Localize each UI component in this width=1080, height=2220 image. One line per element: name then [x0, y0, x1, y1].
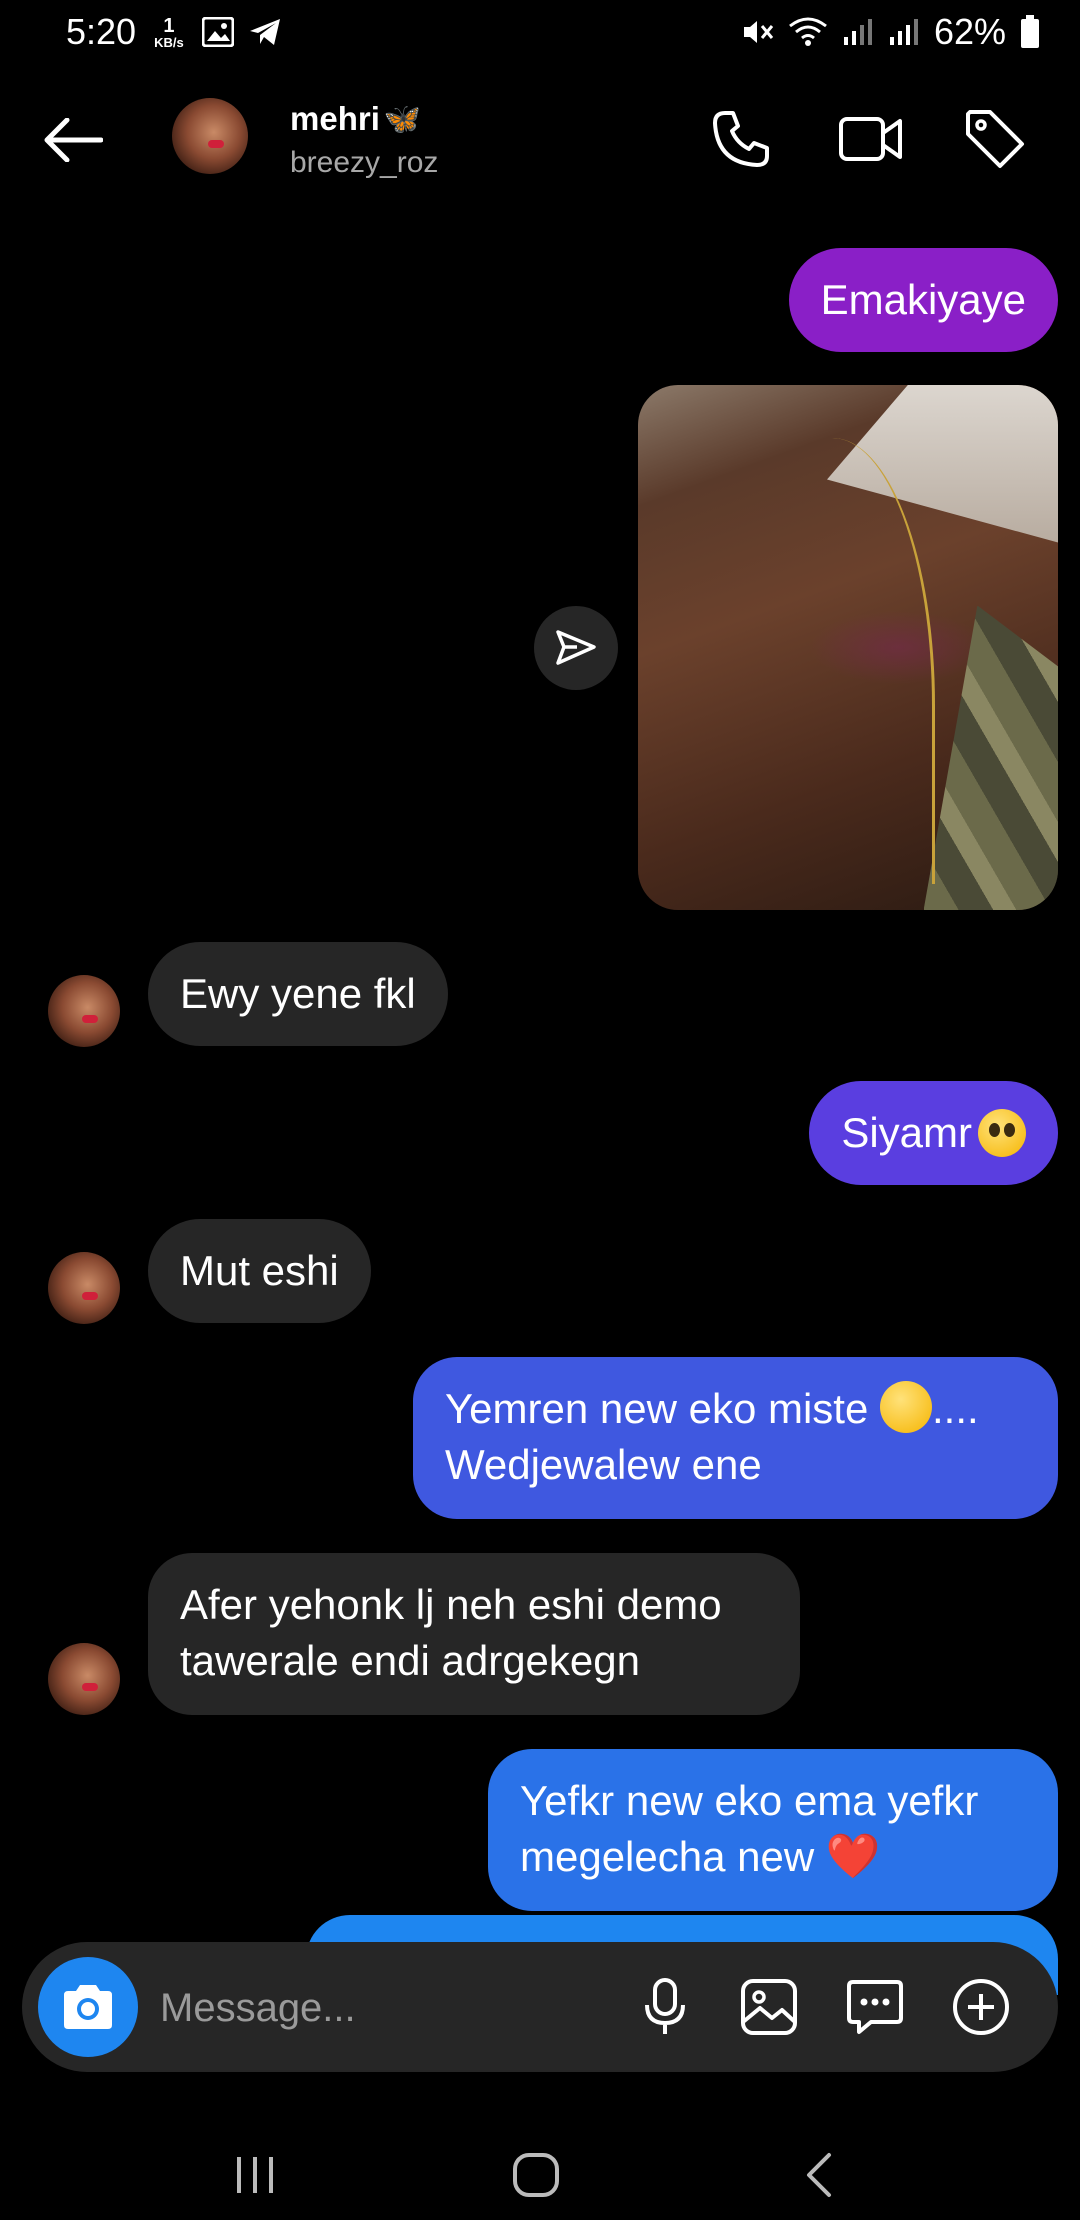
tag-icon [966, 110, 1024, 168]
system-nav-bar [0, 2120, 1080, 2220]
back-arrow-icon [44, 118, 103, 162]
message-outgoing[interactable]: Siyamr [809, 1081, 1058, 1185]
red-heart-emoji: ❤️ [825, 1832, 881, 1881]
status-bar-left: 5:20 1 KB/s [66, 11, 282, 53]
video-call-button[interactable] [836, 104, 906, 174]
microphone-icon [645, 1978, 685, 2034]
sender-avatar[interactable] [48, 975, 120, 1047]
sticker-icon [847, 1980, 903, 2034]
data-rate-unit: KB/s [154, 34, 184, 50]
message-line: tawerale endi adrgekegn [180, 1637, 640, 1684]
message-photo[interactable] [638, 385, 1058, 910]
contact-avatar[interactable] [172, 98, 248, 174]
status-time: 5:20 [66, 11, 137, 52]
message-line: Wedjewalew ene [445, 1441, 762, 1488]
battery-percent: 62% [933, 11, 1006, 52]
voice-call-button[interactable] [706, 104, 776, 174]
chevron-left-icon [807, 2153, 831, 2197]
share-icon [556, 630, 596, 665]
tag-button[interactable] [960, 104, 1030, 174]
share-button[interactable] [534, 606, 618, 690]
message-incoming[interactable]: Mut eshi [148, 1219, 371, 1323]
home-icon [513, 2153, 559, 2197]
message-input[interactable] [158, 1972, 622, 2044]
camera-icon [64, 1985, 112, 2029]
message-composer [22, 1942, 1058, 2072]
camera-button[interactable] [38, 1957, 138, 2057]
image-notification-icon [201, 17, 234, 47]
message-line: megelecha new ❤️ [520, 1829, 1026, 1885]
message-line: Yefkr new eko ema yefkr [520, 1777, 979, 1824]
status-bar-right: 62% [740, 11, 1040, 53]
sender-avatar[interactable] [48, 1252, 120, 1324]
message-outgoing[interactable]: Yemren new eko miste .... Wedjewalew ene [413, 1357, 1058, 1519]
message-text: Yemren new eko miste [445, 1385, 869, 1432]
message-text: Siyamr [841, 1109, 972, 1156]
voice-message-button[interactable] [630, 1972, 700, 2042]
message-line: Yemren new eko miste .... [445, 1381, 1026, 1437]
telegram-notification-icon [248, 17, 282, 47]
back-button[interactable] [40, 110, 106, 170]
home-button[interactable] [486, 2140, 586, 2210]
sender-avatar[interactable] [48, 1643, 120, 1715]
recent-apps-button[interactable] [205, 2140, 305, 2210]
more-options-button[interactable] [946, 1972, 1016, 2042]
signal-icon-sim1 [842, 17, 874, 47]
message-text: megelecha new [520, 1833, 815, 1880]
message-line: Afer yehonk lj neh eshi demo [180, 1581, 722, 1628]
sticker-button[interactable] [840, 1972, 910, 2042]
photo-necklace [764, 437, 935, 884]
data-rate: 1 KB/s [154, 16, 184, 49]
plus-icon [953, 1979, 1009, 2035]
message-outgoing[interactable]: Yefkr new eko ema yefkr megelecha new ❤️ [488, 1749, 1058, 1911]
wifi-icon [788, 16, 828, 48]
message-text-suffix: .... [932, 1385, 979, 1432]
mute-icon [740, 16, 774, 48]
message-outgoing[interactable]: Emakiyaye [788, 248, 1058, 352]
chat-screen: 5:20 1 KB/s 62% mehri 🦋 breezy_roz Emaki… [0, 0, 1080, 2220]
contact-name-text: mehri [290, 100, 380, 137]
system-back-button[interactable] [768, 2140, 868, 2210]
battery-icon [1020, 15, 1040, 49]
status-bar: 5:20 1 KB/s 62% [0, 0, 1080, 64]
gallery-button[interactable] [734, 1972, 804, 2042]
gallery-icon [741, 1979, 797, 2035]
contact-handle[interactable]: breezy_roz [290, 146, 438, 180]
pleading-face-emoji [978, 1109, 1026, 1157]
butterfly-emoji: 🦋 [383, 102, 422, 136]
phone-icon [713, 111, 769, 167]
message-incoming[interactable]: Afer yehonk lj neh eshi demo tawerale en… [148, 1553, 800, 1715]
photo-camo-fabric [923, 605, 1058, 910]
data-rate-value: 1 [163, 14, 175, 37]
hugging-face-emoji [880, 1381, 932, 1433]
signal-icon-sim2 [888, 17, 920, 47]
contact-name[interactable]: mehri 🦋 [290, 100, 421, 138]
message-incoming[interactable]: Ewy yene fkl [148, 942, 448, 1046]
chat-header: mehri 🦋 breezy_roz [0, 80, 1080, 200]
recent-apps-icon [237, 2157, 273, 2193]
video-camera-icon [839, 117, 902, 161]
